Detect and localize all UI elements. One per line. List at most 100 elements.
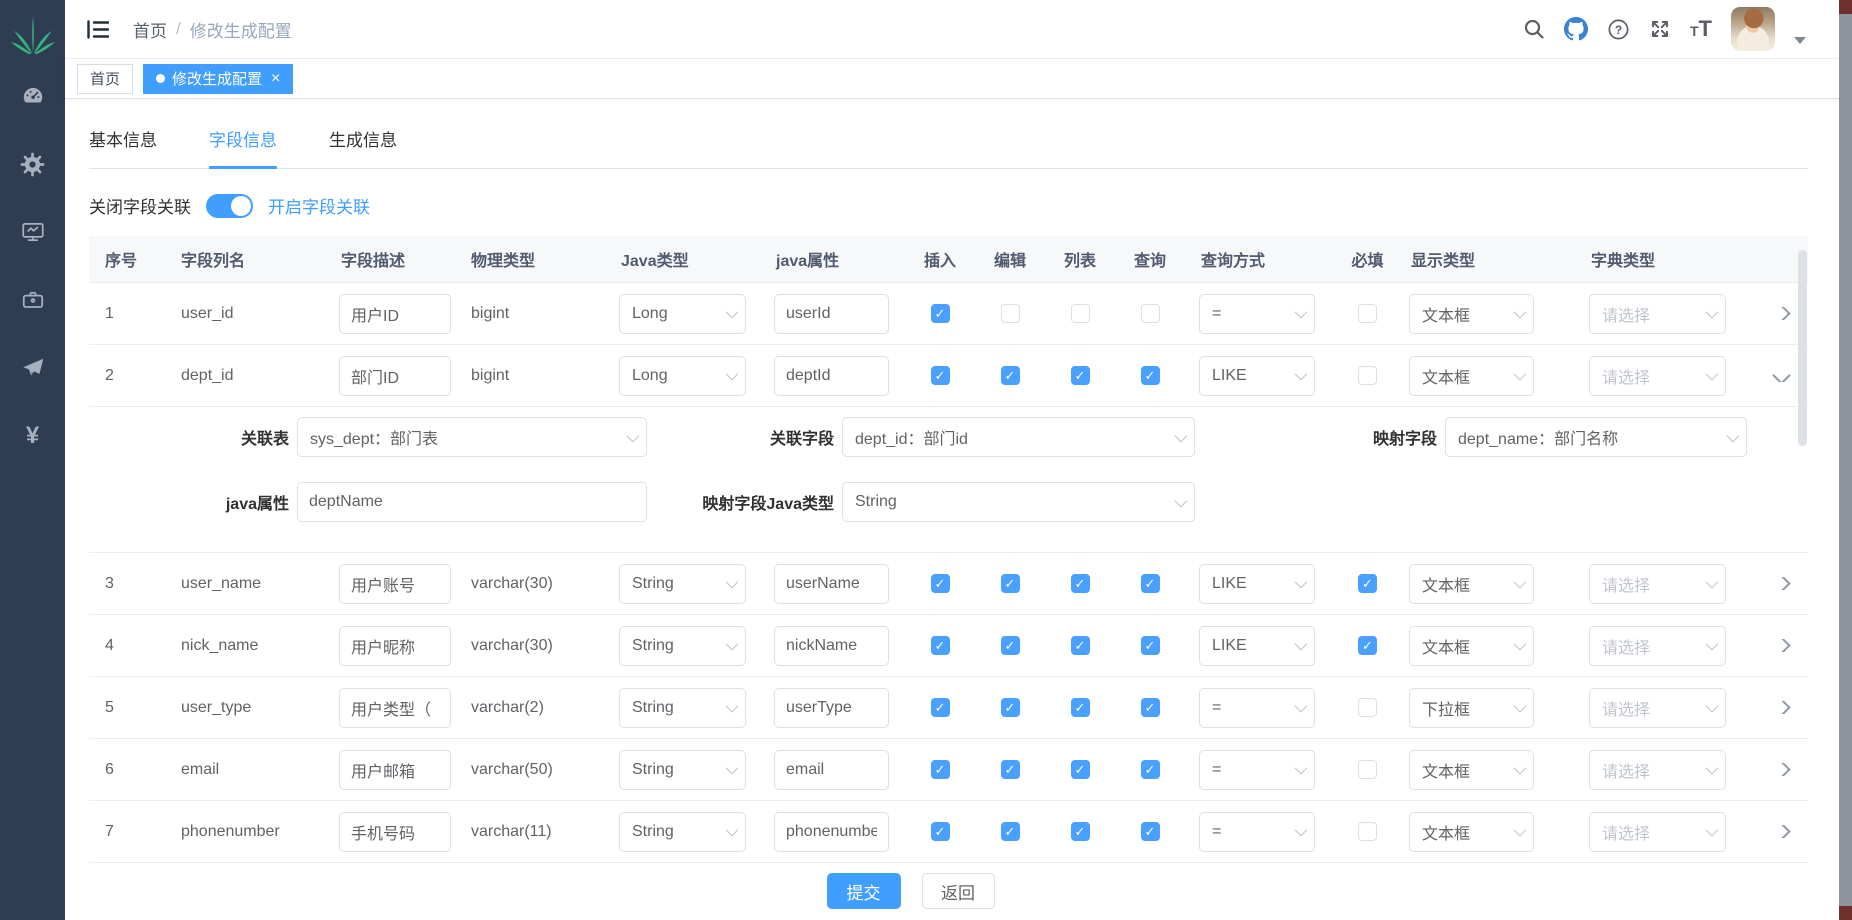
dict-type-select[interactable]: 请选择 [1589, 812, 1726, 852]
list-checkbox[interactable]: ✓ [1071, 636, 1090, 655]
tab-field-info[interactable]: 字段信息 [209, 126, 277, 168]
edit-checkbox[interactable]: ✓ [1001, 822, 1020, 841]
dict-type-select[interactable]: 请选择 [1589, 750, 1726, 790]
insert-checkbox[interactable]: ✓ [931, 822, 950, 841]
query-type-select[interactable]: LIKE [1199, 564, 1315, 604]
query-type-select[interactable]: = [1199, 750, 1315, 790]
expansion-select-1[interactable]: dept_id：部门id [842, 417, 1195, 457]
query-checkbox[interactable]: ✓ [1141, 760, 1160, 779]
sidebar-item-pay[interactable]: ¥ [0, 402, 65, 470]
query-type-select[interactable]: LIKE [1199, 356, 1315, 396]
required-checkbox[interactable] [1358, 698, 1377, 717]
required-checkbox[interactable] [1358, 304, 1377, 323]
list-checkbox[interactable]: ✓ [1071, 698, 1090, 717]
dict-type-select[interactable]: 请选择 [1589, 626, 1726, 666]
expand-row-chevron[interactable] [1772, 701, 1790, 714]
java-field-input[interactable] [774, 812, 889, 852]
html-type-select[interactable]: 文本框 [1409, 812, 1534, 852]
query-type-select[interactable]: = [1199, 812, 1315, 852]
java-field-input[interactable] [774, 294, 889, 334]
html-type-select[interactable]: 下拉框 [1409, 688, 1534, 728]
required-checkbox[interactable] [1358, 366, 1377, 385]
java-type-select[interactable]: String [619, 626, 746, 666]
sidebar-item-monitor[interactable] [0, 198, 65, 266]
search-icon[interactable] [1523, 18, 1545, 40]
java-type-select[interactable]: String [619, 750, 746, 790]
query-checkbox[interactable]: ✓ [1141, 698, 1160, 717]
edit-checkbox[interactable]: ✓ [1001, 366, 1020, 385]
table-scrollbar-thumb[interactable] [1798, 250, 1807, 446]
column-comment-input[interactable] [339, 812, 451, 852]
page-scrollbar[interactable] [1839, 0, 1852, 920]
java-field-input[interactable] [774, 688, 889, 728]
java-field-input[interactable] [774, 626, 889, 666]
required-checkbox[interactable]: ✓ [1358, 636, 1377, 655]
fullscreen-icon[interactable] [1649, 18, 1671, 40]
java-field-input[interactable] [774, 564, 889, 604]
submit-button[interactable]: 提交 [827, 873, 901, 909]
insert-checkbox[interactable]: ✓ [931, 574, 950, 593]
expansion-select-2[interactable]: dept_name：部门名称 [1445, 417, 1747, 457]
query-type-select[interactable]: = [1199, 294, 1315, 334]
html-type-select[interactable]: 文本框 [1409, 564, 1534, 604]
required-checkbox[interactable]: ✓ [1358, 574, 1377, 593]
query-type-select[interactable]: = [1199, 688, 1315, 728]
dict-type-select[interactable]: 请选择 [1589, 356, 1726, 396]
list-checkbox[interactable]: ✓ [1071, 574, 1090, 593]
required-checkbox[interactable] [1358, 760, 1377, 779]
java-type-select[interactable]: String [619, 812, 746, 852]
query-checkbox[interactable]: ✓ [1141, 822, 1160, 841]
expand-row-chevron[interactable] [1772, 307, 1790, 320]
column-comment-input[interactable] [339, 564, 451, 604]
insert-checkbox[interactable]: ✓ [931, 698, 950, 717]
tab-gen-info[interactable]: 生成信息 [329, 126, 397, 168]
query-checkbox[interactable]: ✓ [1141, 366, 1160, 385]
plant-logo[interactable] [10, 6, 56, 62]
list-checkbox[interactable]: ✓ [1071, 760, 1090, 779]
question-icon[interactable]: ? [1607, 18, 1630, 41]
insert-checkbox[interactable]: ✓ [931, 636, 950, 655]
column-comment-input[interactable] [339, 356, 451, 396]
html-type-select[interactable]: 文本框 [1409, 750, 1534, 790]
dict-type-select[interactable]: 请选择 [1589, 294, 1726, 334]
list-checkbox[interactable]: ✓ [1071, 822, 1090, 841]
edit-checkbox[interactable]: ✓ [1001, 760, 1020, 779]
query-checkbox[interactable] [1141, 304, 1160, 323]
insert-checkbox[interactable]: ✓ [931, 304, 950, 323]
column-comment-input[interactable] [339, 750, 451, 790]
edit-checkbox[interactable] [1001, 304, 1020, 323]
edit-checkbox[interactable]: ✓ [1001, 636, 1020, 655]
sidebar-collapse-button[interactable] [79, 14, 117, 45]
column-comment-input[interactable] [339, 626, 451, 666]
java-field-input[interactable] [774, 356, 889, 396]
edit-checkbox[interactable]: ✓ [1001, 698, 1020, 717]
sidebar-item-guide[interactable] [0, 334, 65, 402]
dict-type-select[interactable]: 请选择 [1589, 564, 1726, 604]
expansion-select-4[interactable]: String [842, 482, 1195, 522]
caret-down-icon[interactable] [1794, 37, 1806, 44]
query-checkbox[interactable]: ✓ [1141, 636, 1160, 655]
font-size-icon[interactable]: TT [1690, 16, 1712, 42]
close-icon[interactable]: × [271, 71, 280, 87]
expansion-input-3[interactable] [297, 482, 647, 522]
expand-row-chevron[interactable] [1772, 825, 1790, 838]
java-type-select[interactable]: String [619, 564, 746, 604]
tag-home[interactable]: 首页 [77, 64, 133, 94]
html-type-select[interactable]: 文本框 [1409, 294, 1534, 334]
expand-row-chevron[interactable] [1772, 763, 1790, 776]
insert-checkbox[interactable]: ✓ [931, 760, 950, 779]
column-comment-input[interactable] [339, 294, 451, 334]
back-button[interactable]: 返回 [922, 873, 995, 909]
html-type-select[interactable]: 文本框 [1409, 356, 1534, 396]
avatar[interactable] [1731, 7, 1775, 51]
html-type-select[interactable]: 文本框 [1409, 626, 1534, 666]
required-checkbox[interactable] [1358, 822, 1377, 841]
github-icon[interactable] [1564, 17, 1588, 41]
edit-checkbox[interactable]: ✓ [1001, 574, 1020, 593]
breadcrumb-home[interactable]: 首页 [133, 17, 167, 42]
sidebar-item-system[interactable] [0, 130, 65, 198]
query-checkbox[interactable]: ✓ [1141, 574, 1160, 593]
tag-active-page[interactable]: 修改生成配置 × [143, 64, 293, 94]
tab-basic-info[interactable]: 基本信息 [89, 126, 157, 168]
expand-row-chevron[interactable] [1772, 639, 1790, 652]
